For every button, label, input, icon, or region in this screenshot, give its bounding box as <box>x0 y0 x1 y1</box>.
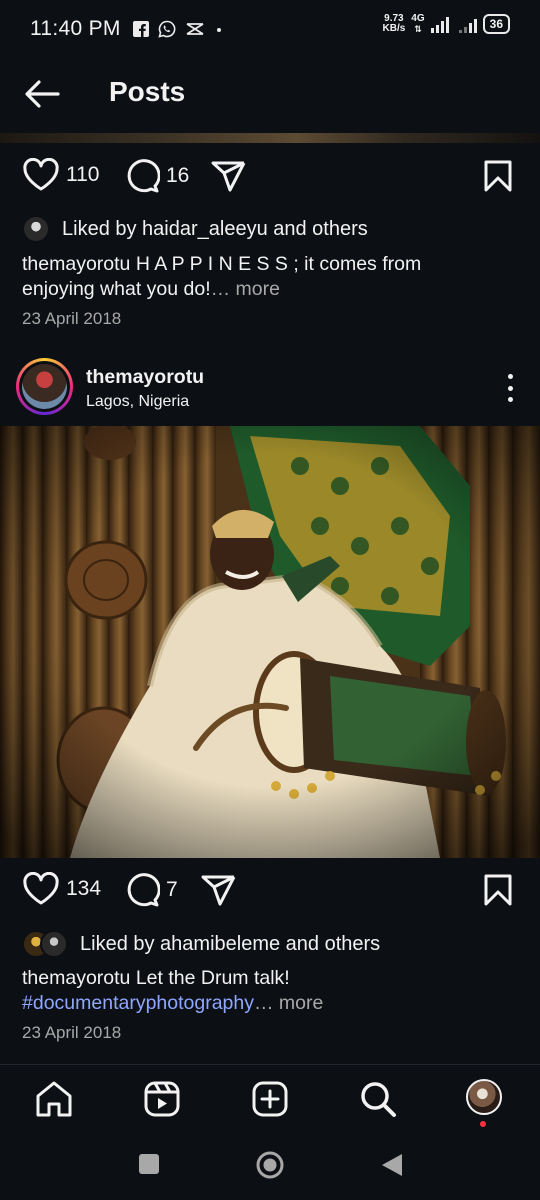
avatar <box>22 215 50 243</box>
like-count[interactable]: 110 <box>66 163 99 187</box>
profile-tab[interactable] <box>466 1079 506 1127</box>
whatsapp-icon <box>158 20 176 38</box>
search-icon[interactable] <box>358 1079 398 1119</box>
avatar <box>466 1079 502 1115</box>
page-title: Posts <box>109 76 186 107</box>
like-button[interactable]: 134 <box>22 872 101 906</box>
comment-button[interactable]: 7 <box>124 872 178 908</box>
hashtag-link[interactable]: #documentaryphotography <box>22 992 254 1014</box>
like-button[interactable]: 110 <box>22 158 99 192</box>
paper-plane-icon <box>211 161 246 192</box>
signal-2-icon <box>458 15 477 33</box>
comment-count[interactable]: 7 <box>166 878 178 902</box>
comment-count[interactable]: 16 <box>166 164 189 188</box>
post-username[interactable]: themayorotu <box>86 366 204 389</box>
network-type: 4G ⇅ <box>411 13 425 35</box>
post1-actions: 110 16 <box>0 154 540 202</box>
post1-liked-by[interactable]: Liked by haidar_aleeyu and others <box>22 215 368 243</box>
data-arrows-icon: ⇅ <box>414 24 422 34</box>
caption-username[interactable]: themayorotu <box>22 253 130 275</box>
network-speed-unit: KB/s <box>382 23 406 34</box>
signal-1-icon <box>430 15 449 33</box>
share-button[interactable] <box>200 874 236 906</box>
more-options-icon[interactable] <box>506 374 514 402</box>
more-link[interactable]: … more <box>254 992 323 1014</box>
status-right-group: 9.73 KB/s 4G ⇅ 36 <box>383 13 510 35</box>
comment-bubble-icon <box>127 159 160 193</box>
liked-by-avatars <box>22 930 68 958</box>
bottom-navigation <box>0 1064 540 1130</box>
home-circle-icon[interactable] <box>255 1150 285 1180</box>
avatar <box>40 930 68 958</box>
avatar <box>22 364 67 409</box>
bookmark-icon <box>484 160 512 192</box>
battery-indicator: 36 <box>482 14 510 34</box>
header-bar: Posts <box>0 62 540 126</box>
facebook-icon <box>132 21 149 37</box>
paper-plane-icon <box>201 875 236 906</box>
arrow-left-icon[interactable] <box>22 76 62 112</box>
post2-caption[interactable]: themayorotu Let the Drum talk! #document… <box>22 966 522 1016</box>
dot-icon <box>216 28 221 32</box>
status-time: 11:40 PM <box>30 17 121 40</box>
post-location[interactable]: Lagos, Nigeria <box>86 393 189 411</box>
save-button[interactable] <box>484 160 512 192</box>
liked-by-text: Liked by ahamibeleme and others <box>80 932 381 955</box>
system-navigation-bar <box>0 1130 540 1200</box>
heart-icon <box>23 158 59 191</box>
post1-caption[interactable]: themayorotu H A P P I N E S S ; it comes… <box>22 252 522 302</box>
like-count[interactable]: 134 <box>66 877 101 901</box>
post2-liked-by[interactable]: Liked by ahamibeleme and others <box>22 930 380 958</box>
post-image[interactable] <box>0 426 540 858</box>
post2-actions: 134 7 <box>0 868 540 916</box>
status-bar: 11:40 PM 9.73 KB/s 4G ⇅ 36 <box>0 0 540 58</box>
capcut-icon <box>186 23 204 35</box>
reels-icon[interactable] <box>142 1079 182 1119</box>
plus-square-icon[interactable] <box>250 1079 290 1119</box>
caption-text: Let the Drum talk! <box>130 967 290 989</box>
status-notification-icons <box>132 20 224 38</box>
recent-apps-icon[interactable] <box>138 1153 160 1175</box>
comment-bubble-icon <box>127 873 160 907</box>
post2-header: themayorotu Lagos, Nigeria <box>0 354 540 420</box>
home-icon[interactable] <box>34 1079 74 1119</box>
liked-by-avatars <box>22 215 50 243</box>
post2-date: 23 April 2018 <box>22 1023 122 1042</box>
notification-dot <box>480 1121 486 1127</box>
bookmark-icon <box>484 874 512 906</box>
caption-text-line2: enjoying what you do! <box>22 278 211 300</box>
network-speed: 9.73 KB/s <box>383 14 406 34</box>
network-type-label: 4G <box>411 13 425 24</box>
liked-by-text: Liked by haidar_aleeyu and others <box>62 217 368 240</box>
post1-date: 23 April 2018 <box>22 309 122 328</box>
more-link[interactable]: … more <box>211 278 280 300</box>
share-button[interactable] <box>210 160 246 192</box>
heart-icon <box>23 872 59 905</box>
save-button[interactable] <box>484 874 512 906</box>
caption-username[interactable]: themayorotu <box>22 967 130 989</box>
back-triangle-icon[interactable] <box>380 1152 404 1178</box>
caption-text-line1: H A P P I N E S S ; it comes from <box>130 253 422 275</box>
comment-button[interactable]: 16 <box>124 158 189 194</box>
previous-post-image[interactable] <box>0 133 540 143</box>
drummer-photo <box>0 426 540 858</box>
story-ring[interactable] <box>16 358 73 415</box>
